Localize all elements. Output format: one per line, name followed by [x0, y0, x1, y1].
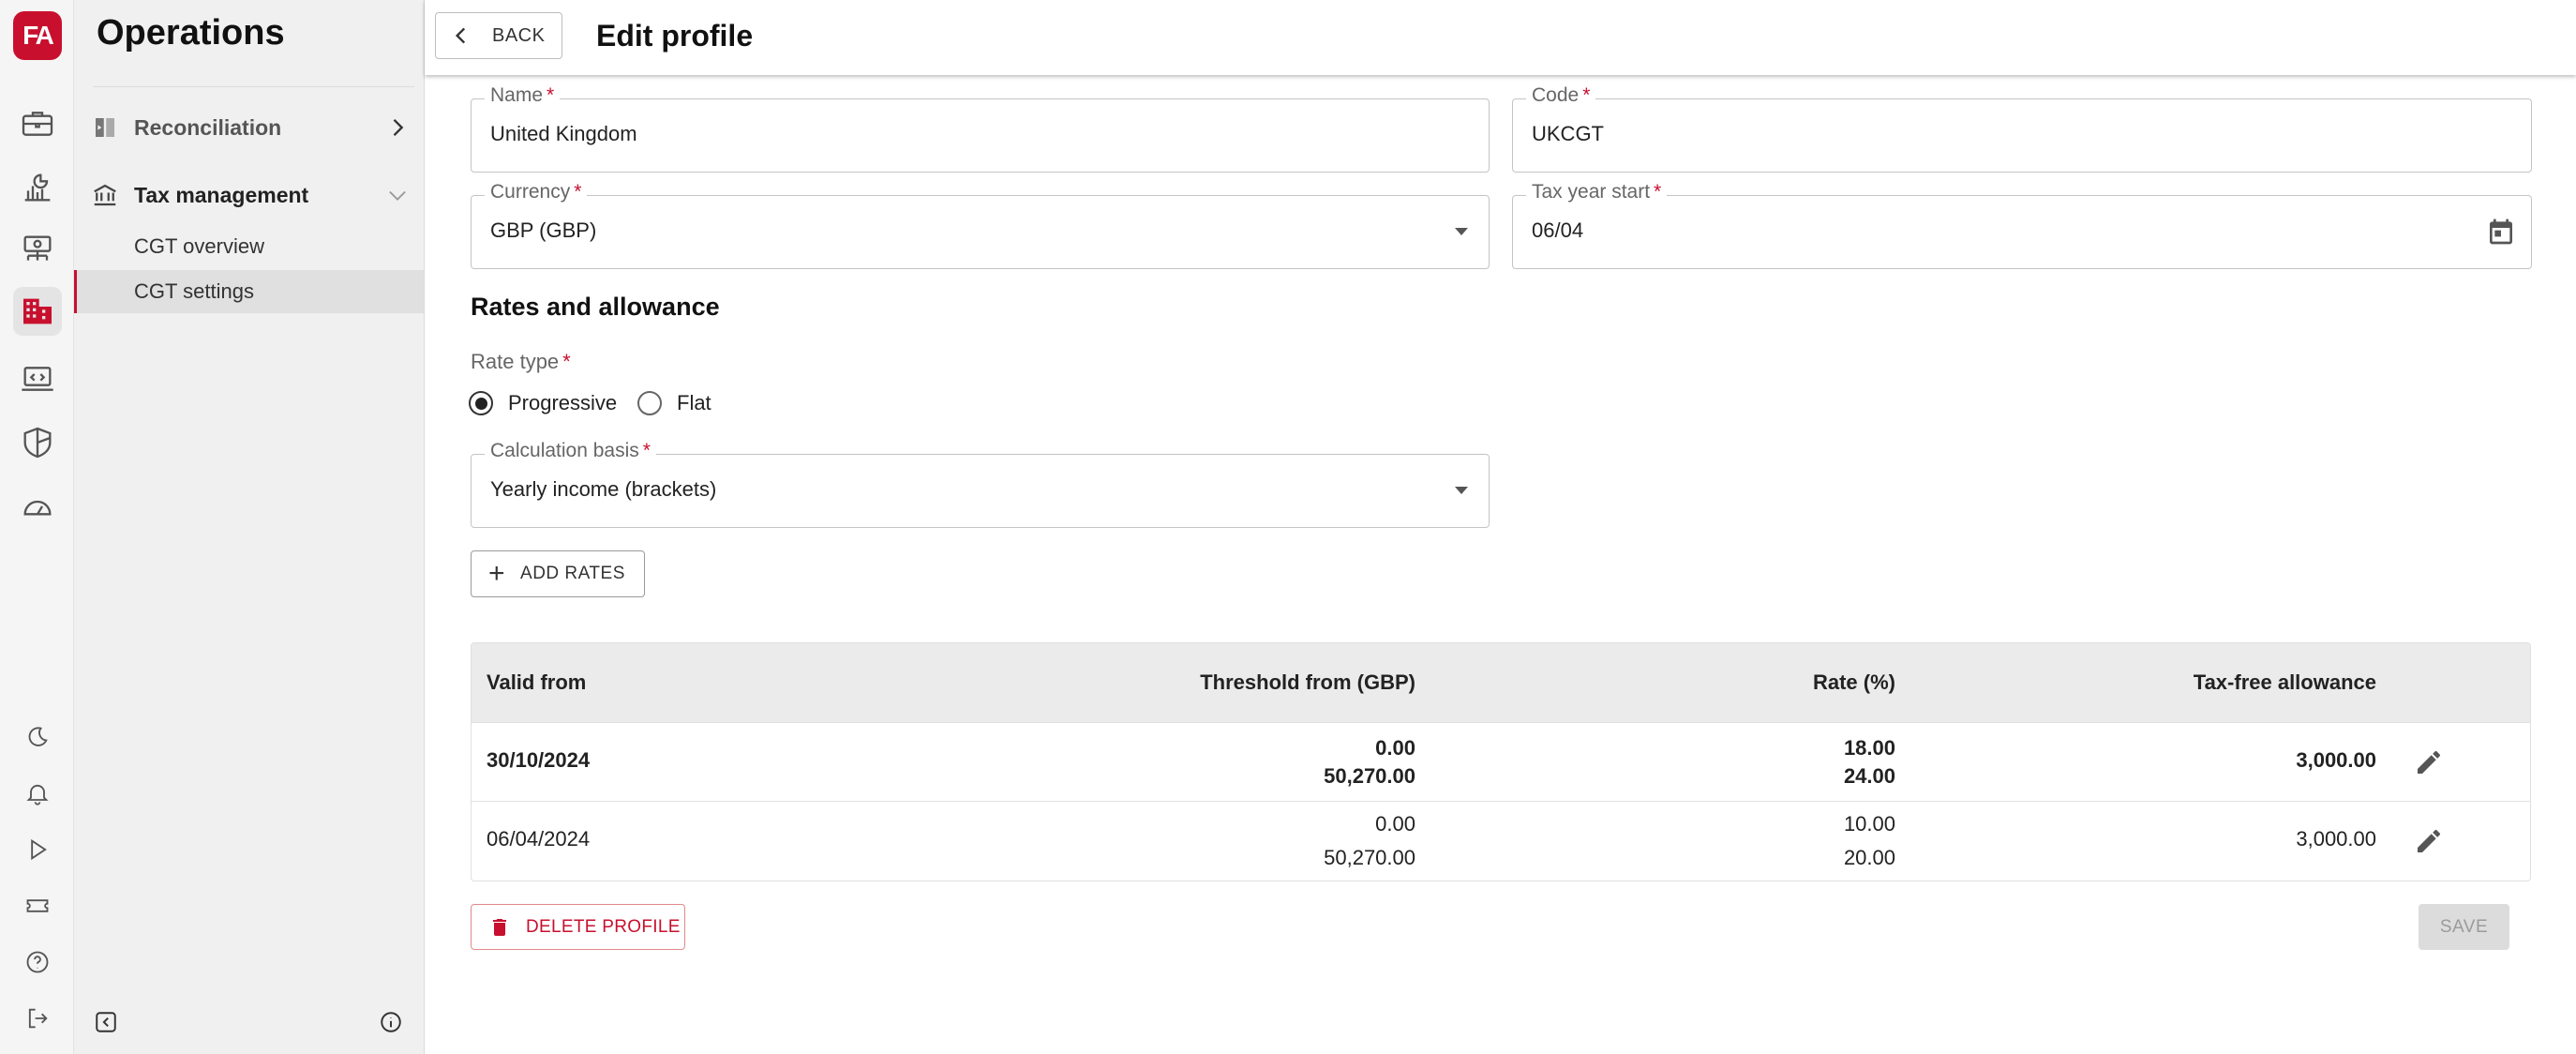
column-header-allowance[interactable]: Tax-free allowance: [2194, 670, 2376, 695]
icon-rail: FA: [0, 0, 74, 1054]
sidebar-item-cgt-overview[interactable]: CGT overview: [74, 225, 424, 268]
shield-icon[interactable]: [13, 418, 62, 467]
page-title: Edit profile: [596, 19, 754, 53]
code-field[interactable]: Code * UKCGT: [1512, 84, 2532, 173]
radio-progressive[interactable]: Progressive: [469, 388, 617, 418]
ticket-icon[interactable]: [13, 881, 62, 930]
calculation-basis-select[interactable]: Calculation basis * Yearly income (bracke…: [471, 440, 1490, 528]
rate-type-label: Rate type *: [471, 350, 571, 373]
column-header-valid-from[interactable]: Valid from: [487, 670, 586, 695]
briefcase-icon[interactable]: [13, 99, 62, 148]
money-flow-icon[interactable]: [13, 225, 62, 274]
info-icon[interactable]: [376, 1007, 406, 1037]
tax-year-start-value: 06/04: [1532, 218, 1584, 242]
help-icon[interactable]: [13, 938, 62, 986]
add-rates-label: ADD RATES: [520, 564, 625, 583]
calculation-basis-value: Yearly income (brackets): [490, 477, 717, 501]
allowance-cell: 3,000.00: [2296, 827, 2376, 851]
building-icon[interactable]: [13, 287, 62, 336]
table-row[interactable]: 06/04/2024 0.00 50,270.00 10.00 20.00 3,…: [472, 802, 2530, 881]
valid-from-cell: 06/04/2024: [487, 827, 591, 851]
chart-icon[interactable]: [13, 163, 62, 212]
chevron-left-icon: [455, 27, 466, 44]
dashboard-icon[interactable]: [13, 482, 62, 531]
sidebar-item-cgt-settings[interactable]: CGT settings: [74, 270, 424, 313]
sidebar-item-reconciliation[interactable]: Reconciliation: [74, 104, 424, 151]
radio-checked-icon: [469, 391, 493, 415]
code-value: UKCGT: [1532, 122, 1604, 145]
bank-icon: [94, 184, 116, 206]
name-value: United Kingdom: [490, 122, 637, 145]
sidebar-divider: [93, 86, 414, 87]
valid-from-cell: 30/10/2024: [487, 748, 591, 772]
threshold-cell: 0.00 50,270.00: [1324, 812, 1415, 869]
back-button[interactable]: BACK: [435, 12, 562, 59]
chevron-down-icon[interactable]: [384, 182, 411, 208]
logout-icon[interactable]: [13, 994, 62, 1043]
radio-flat[interactable]: Flat: [637, 388, 711, 418]
code-label: Code *: [1526, 84, 1596, 107]
back-button-label: BACK: [492, 24, 546, 46]
page-header: BACK Edit profile: [425, 0, 2576, 75]
dropdown-caret-icon: [1455, 487, 1468, 494]
currency-label: Currency *: [485, 181, 588, 203]
save-button[interactable]: SAVE: [2419, 904, 2509, 950]
trash-icon: [493, 918, 506, 936]
rate-cell: 10.00 20.00: [1843, 812, 1895, 869]
threshold-cell: 0.00 50,270.00: [1324, 736, 1415, 788]
plus-icon: +: [488, 558, 506, 589]
calendar-icon[interactable]: [2486, 217, 2516, 247]
sidebar-title: Operations: [97, 13, 285, 53]
sidebar-item-label: Reconciliation: [134, 114, 282, 140]
rates-section-title: Rates and allowance: [471, 293, 720, 321]
column-header-threshold[interactable]: Threshold from (GBP): [1200, 670, 1415, 695]
chevron-right-icon[interactable]: [384, 114, 411, 141]
play-icon[interactable]: [13, 825, 62, 874]
delete-profile-button[interactable]: DELETE PROFILE: [471, 904, 685, 950]
dropdown-caret-icon: [1455, 228, 1468, 235]
radio-unchecked-icon: [637, 391, 662, 415]
moon-icon[interactable]: [13, 713, 62, 761]
sidebar-item-tax-management[interactable]: Tax management: [74, 172, 424, 218]
currency-value: GBP (GBP): [490, 218, 597, 242]
code-screen-icon[interactable]: [13, 354, 62, 403]
bell-icon[interactable]: [13, 769, 62, 818]
rate-cell: 18.00 24.00: [1843, 736, 1895, 788]
allowance-cell: 3,000.00: [2296, 748, 2376, 772]
table-header: Valid from Threshold from (GBP) Rate (%)…: [472, 643, 2530, 723]
name-label: Name *: [485, 84, 561, 107]
radio-progressive-label: Progressive: [508, 391, 618, 414]
tax-year-start-label: Tax year start *: [1526, 181, 1668, 203]
currency-select[interactable]: Currency * GBP (GBP): [471, 181, 1490, 269]
tax-year-start-field[interactable]: Tax year start * 06/04: [1512, 181, 2532, 269]
rates-table: Valid from Threshold from (GBP) Rate (%)…: [471, 642, 2531, 881]
radio-flat-label: Flat: [677, 391, 711, 414]
delete-profile-label: DELETE PROFILE: [526, 916, 681, 937]
name-field[interactable]: Name * United Kingdom: [471, 84, 1490, 173]
app-logo[interactable]: FA: [13, 11, 62, 60]
sidebar: Operations Reconciliation Tax management…: [74, 0, 425, 1054]
column-header-rate[interactable]: Rate (%): [1813, 670, 1895, 695]
edit-icon[interactable]: [2414, 826, 2444, 856]
reconciliation-icon: [96, 118, 114, 137]
table-row[interactable]: 30/10/2024 0.00 50,270.00 18.00 24.00 3,…: [472, 723, 2530, 802]
add-rates-button[interactable]: + ADD RATES: [471, 550, 645, 597]
calculation-basis-label: Calculation basis *: [485, 440, 656, 462]
edit-icon[interactable]: [2414, 747, 2444, 777]
collapse-sidebar-icon[interactable]: [91, 1007, 121, 1037]
sidebar-item-label: Tax management: [134, 182, 309, 207]
